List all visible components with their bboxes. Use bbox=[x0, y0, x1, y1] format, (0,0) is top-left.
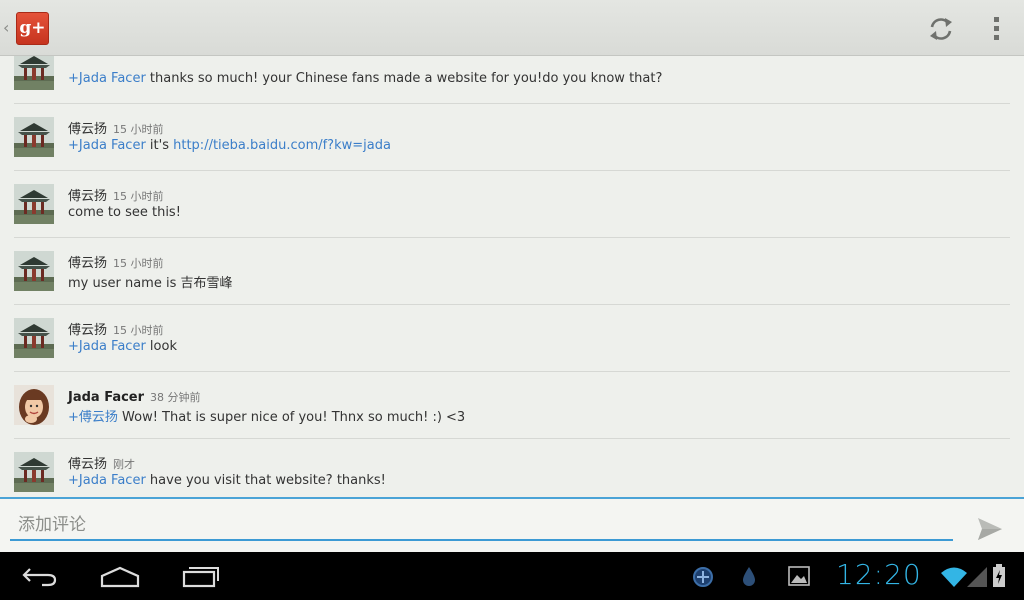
pagoda-avatar-icon bbox=[14, 452, 54, 492]
avatar[interactable] bbox=[14, 318, 54, 358]
pagoda-avatar-icon bbox=[14, 251, 54, 291]
avatar[interactable] bbox=[14, 385, 54, 425]
comment-text: Wow! That is super nice of you! Thnx so … bbox=[117, 410, 466, 425]
comment-body: my user name is 吉布雪峰 bbox=[68, 272, 233, 291]
comment-text: thanks so much! your Chinese fans made a… bbox=[145, 71, 663, 86]
comment-item: 傅云扬 15 小时前 +Jada Facer it's http://tieba.… bbox=[0, 104, 1024, 171]
pagoda-avatar-icon bbox=[14, 117, 54, 157]
overflow-menu-icon[interactable] bbox=[985, 14, 1007, 44]
comment-time: 刚才 bbox=[113, 458, 136, 471]
comment-time: 15 小时前 bbox=[113, 324, 164, 337]
image-notification-icon[interactable] bbox=[788, 566, 810, 586]
comment-time: 15 小时前 bbox=[113, 123, 164, 136]
comment-author[interactable]: Jada Facer bbox=[68, 390, 144, 405]
send-icon[interactable] bbox=[977, 517, 1003, 541]
refresh-icon[interactable] bbox=[926, 14, 956, 44]
comment-meta: 傅云扬 刚才 bbox=[68, 453, 135, 472]
comment-author[interactable]: 傅云扬 bbox=[68, 122, 107, 137]
comment-body: +Jada Facer thanks so much! your Chinese… bbox=[68, 71, 662, 86]
comment-meta: 傅云扬 15 小时前 bbox=[68, 185, 164, 204]
mention-link[interactable]: +Jada Facer bbox=[68, 339, 146, 354]
pagoda-avatar-icon bbox=[14, 184, 54, 224]
mention-link[interactable]: +Jada Facer bbox=[68, 138, 146, 153]
mention-link[interactable]: +Jada Facer bbox=[68, 71, 146, 86]
wifi-icon bbox=[941, 567, 967, 587]
back-chevron-icon[interactable]: ‹ bbox=[3, 19, 9, 37]
comment-list[interactable]: +Jada Facer thanks so much! your Chinese… bbox=[0, 56, 1024, 497]
compose-bar bbox=[0, 497, 1024, 552]
mention-link[interactable]: +Jada Facer bbox=[68, 473, 146, 488]
comment-author[interactable]: 傅云扬 bbox=[68, 256, 107, 271]
comment-text: my user name is 吉布雪峰 bbox=[68, 276, 233, 291]
pagoda-avatar-icon bbox=[14, 318, 54, 358]
cell-signal-icon bbox=[967, 567, 987, 587]
drop-notification-icon[interactable] bbox=[740, 566, 758, 588]
comment-item: Jada Facer 38 分钟前 +傅云扬 Wow! That is super… bbox=[0, 372, 1024, 439]
recent-apps-icon[interactable] bbox=[182, 564, 220, 588]
comment-meta: 傅云扬 15 小时前 bbox=[68, 319, 164, 338]
logo-text: g+ bbox=[19, 18, 46, 38]
comment-body: +Jada Facer it's http://tieba.baidu.com/… bbox=[68, 138, 391, 153]
comment-item: +Jada Facer thanks so much! your Chinese… bbox=[0, 56, 1024, 104]
comment-time: 15 小时前 bbox=[113, 190, 164, 203]
comment-author[interactable]: 傅云扬 bbox=[68, 189, 107, 204]
back-icon[interactable] bbox=[22, 564, 58, 588]
comment-text: have you visit that website? thanks! bbox=[145, 473, 386, 488]
home-icon[interactable] bbox=[100, 564, 140, 588]
comment-item: 傅云扬 15 小时前 come to see this! bbox=[0, 171, 1024, 238]
comment-item: 傅云扬 15 小时前 my user name is 吉布雪峰 bbox=[0, 238, 1024, 305]
action-bar: ‹ g+ bbox=[0, 0, 1024, 56]
comment-author[interactable]: 傅云扬 bbox=[68, 457, 107, 472]
comment-body: come to see this! bbox=[68, 205, 181, 220]
comment-text: it's bbox=[145, 138, 174, 153]
comment-item: 傅云扬 15 小时前 +Jada Facer look bbox=[0, 305, 1024, 372]
google-plus-logo[interactable]: g+ bbox=[16, 12, 49, 45]
avatar[interactable] bbox=[14, 452, 54, 492]
system-bar: 12:20 bbox=[0, 552, 1024, 600]
comment-meta: 傅云扬 15 小时前 bbox=[68, 118, 164, 137]
avatar[interactable] bbox=[14, 251, 54, 291]
comment-item: 傅云扬 刚才 +Jada Facer have you visit that we… bbox=[0, 439, 1024, 497]
pagoda-avatar-icon bbox=[14, 56, 54, 90]
comment-body: +Jada Facer look bbox=[68, 339, 177, 354]
comment-time: 15 小时前 bbox=[113, 257, 164, 270]
status-clock[interactable]: 12:20 bbox=[836, 558, 922, 592]
avatar[interactable] bbox=[14, 56, 54, 90]
mention-link[interactable]: +傅云扬 bbox=[68, 410, 118, 425]
comment-time: 38 分钟前 bbox=[150, 391, 201, 404]
comment-meta bbox=[68, 56, 74, 70]
comment-meta: Jada Facer 38 分钟前 bbox=[68, 386, 201, 405]
comment-input[interactable] bbox=[10, 511, 953, 541]
comment-body: +Jada Facer have you visit that website?… bbox=[68, 473, 386, 488]
sync-notification-icon[interactable] bbox=[692, 566, 714, 588]
comment-text: come to see this! bbox=[68, 205, 181, 220]
avatar[interactable] bbox=[14, 117, 54, 157]
comment-text: look bbox=[145, 339, 177, 354]
comment-body: +傅云扬 Wow! That is super nice of you! Thn… bbox=[68, 406, 465, 425]
url-link[interactable]: http://tieba.baidu.com/f?kw=jada bbox=[173, 138, 391, 153]
person-avatar-icon bbox=[14, 385, 54, 425]
comment-meta: 傅云扬 15 小时前 bbox=[68, 252, 164, 271]
avatar[interactable] bbox=[14, 184, 54, 224]
battery-charging-icon bbox=[993, 564, 1005, 587]
comment-author[interactable]: 傅云扬 bbox=[68, 323, 107, 338]
